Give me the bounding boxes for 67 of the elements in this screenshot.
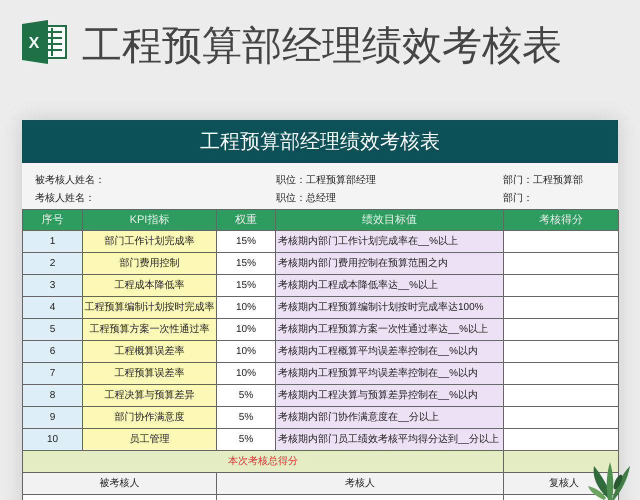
table-cell: 部门工作计划完成率 [83,231,217,253]
table-cell: 4 [23,297,83,319]
table-cell: 被考核人 [23,473,217,495]
table-cell: 3 [23,275,83,297]
table-cell: 考核期内工程决算与预算差异控制在__%以内 [276,385,504,407]
table-cell: 考核人 [217,473,504,495]
total-score-cell[interactable] [504,451,619,473]
table-cell: 考核期内工程成本降低率达__%以上 [276,275,504,297]
info-label: 部门：工程预算部 [503,174,584,188]
table-cell: 15% [217,253,276,275]
table-cell: 考核期内部门费用控制在预算范围之内 [276,253,504,275]
total-label: 本次考核总得分 [23,451,504,473]
table-cell: 考核期内工程概算平均误差率控制在__%以内 [276,341,504,363]
table-cell: 9 [23,407,83,429]
info-label: 被考核人姓名： [34,174,106,188]
table-cell: 工程预算方案一次性通过率 [83,319,217,341]
table-cell: 5% [217,429,276,451]
table-cell: 工程决算与预算差异 [83,385,217,407]
table-cell: 考核期内部门工作计划完成率在__%以上 [276,231,504,253]
table-cell: 工程概算误差率 [83,341,217,363]
info-label: 职位：总经理 [276,192,337,206]
score-cell[interactable] [504,253,619,275]
table-cell: 7 [23,363,83,385]
info-label: 部门： [503,192,534,206]
table-cell: 15% [217,275,276,297]
column-header: 绩效目标值 [276,210,504,231]
score-cell[interactable] [504,429,619,451]
column-header: 权重 [217,210,276,231]
table-cell: 5 [23,319,83,341]
table-cell: 10% [217,319,276,341]
table-cell: 考核期内工程预算编制计划按时完成率达100% [276,297,504,319]
info-label: 考核人姓名： [34,192,96,206]
table-cell: 10 [23,429,83,451]
table-cell: 8 [23,385,83,407]
table-cell: 2 [23,253,83,275]
table-cell: 考核期内工程预算方案一次性通过率达__%以上 [276,319,504,341]
table-cell: 工程预算编制计划按时完成率 [83,297,217,319]
table-cell: 考核期内部门协作满意度在__分以上 [276,407,504,429]
page-heading: 工程预算部经理绩效考核表 [82,23,562,70]
table-cell: 部门协作满意度 [83,407,217,429]
table-cell: 5% [217,385,276,407]
table-cell: 1 [23,231,83,253]
table-cell: 考核期内工程预算平均误差率控制在__%以内 [276,363,504,385]
score-cell[interactable] [504,407,619,429]
score-cell[interactable] [504,341,619,363]
table-cell: 10% [217,297,276,319]
score-cell[interactable] [504,231,619,253]
column-header: 序号 [23,210,83,231]
score-cell[interactable] [504,363,619,385]
table-cell: 10% [217,341,276,363]
table-cell: 15% [217,231,276,253]
sheet-title: 工程预算部经理绩效考核表 [22,120,618,163]
table-cell: 5% [217,407,276,429]
score-cell[interactable] [504,275,619,297]
score-cell[interactable] [504,297,619,319]
column-header: KPI指标 [83,210,217,231]
table-cell: 工程成本降低率 [83,275,217,297]
score-cell[interactable] [504,385,619,407]
score-cell[interactable] [504,319,619,341]
table-cell: 考核期内部门员工绩效考核平均得分达到__分以上 [276,429,504,451]
info-label: 职位：工程预算部经理 [276,174,377,188]
table-cell: 10% [217,363,276,385]
table-cell: 6 [23,341,83,363]
table-cell: 工程预算误差率 [83,363,217,385]
column-header: 考核得分 [504,210,619,231]
table-cell: 部门费用控制 [83,253,217,275]
table-cell: 员工管理 [83,429,217,451]
